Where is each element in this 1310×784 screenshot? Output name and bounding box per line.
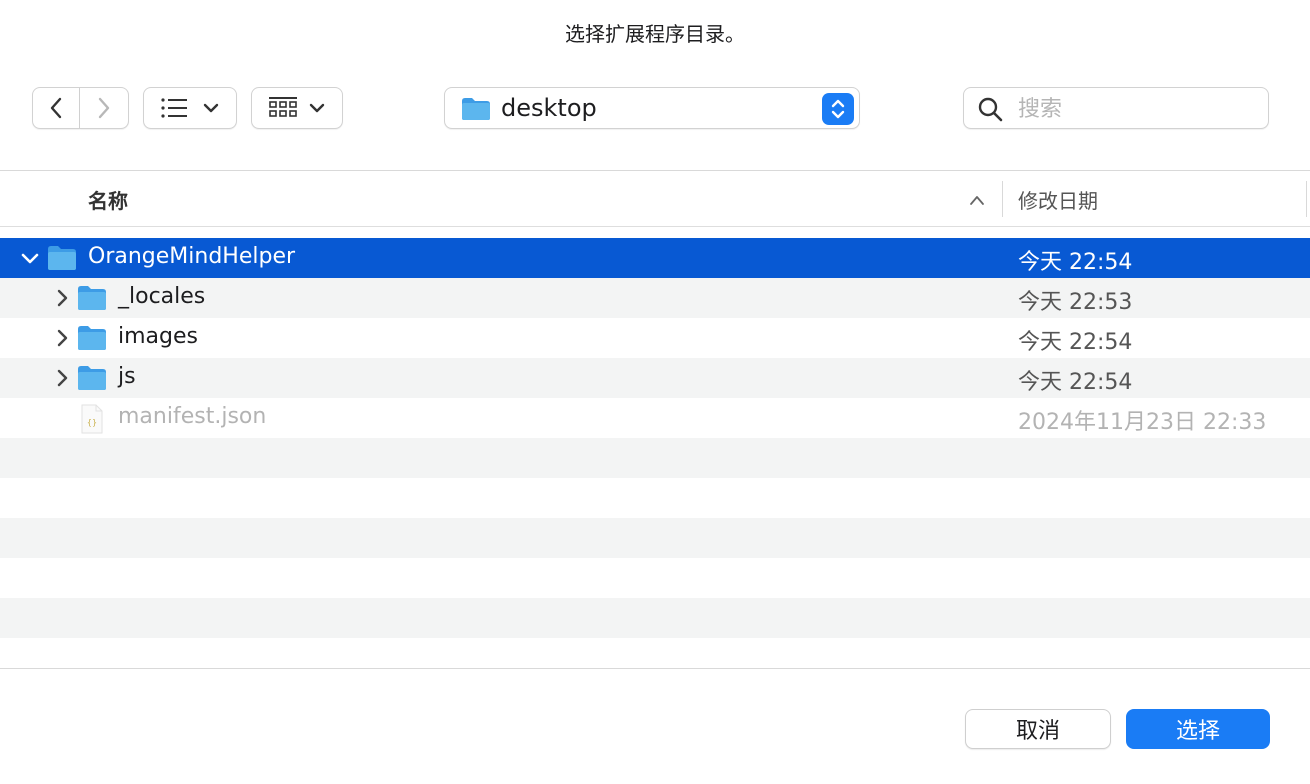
forward-button[interactable] <box>80 87 129 129</box>
nav-button-group <box>32 87 129 129</box>
file-name: manifest.json <box>118 404 267 429</box>
file-date: 今天 22:54 <box>1018 330 1133 355</box>
file-row: {} manifest.json 2024年11月23日 22:33 <box>0 398 1310 438</box>
chevron-down-icon <box>203 103 219 113</box>
divider <box>0 668 1310 669</box>
cancel-button[interactable]: 取消 <box>965 709 1111 749</box>
file-row[interactable]: js 今天 22:54 <box>0 358 1310 398</box>
empty-row <box>0 518 1310 558</box>
back-button[interactable] <box>32 87 80 129</box>
disclosure-collapsed-icon[interactable] <box>52 368 72 392</box>
folder-icon <box>461 97 491 125</box>
column-divider[interactable] <box>1306 181 1307 217</box>
chevron-left-icon <box>50 97 62 119</box>
file-date: 今天 22:54 <box>1018 370 1133 395</box>
file-list: OrangeMindHelper 今天 22:54 _locales 今天 22… <box>0 238 1310 638</box>
dialog-title: 选择扩展程序目录。 <box>565 22 745 46</box>
location-stepper[interactable] <box>822 93 854 125</box>
column-header: 名称 修改日期 <box>0 171 1310 227</box>
up-down-chevron-icon <box>831 99 845 119</box>
grid-view-button[interactable] <box>251 87 343 129</box>
folder-icon <box>47 245 77 275</box>
file-name: OrangeMindHelper <box>88 244 296 269</box>
file-row[interactable]: OrangeMindHelper 今天 22:54 <box>0 238 1310 278</box>
column-divider[interactable] <box>1002 181 1003 217</box>
column-name-header[interactable]: 名称 <box>88 185 128 214</box>
list-icon <box>161 98 187 118</box>
file-date: 今天 22:53 <box>1018 290 1133 315</box>
search-icon <box>977 96 1003 126</box>
search-input[interactable] <box>1016 93 1260 125</box>
file-name: _locales <box>118 284 206 309</box>
choose-button[interactable]: 选择 <box>1126 709 1270 749</box>
file-name: images <box>118 324 198 349</box>
disclosure-expanded-icon[interactable] <box>20 248 40 272</box>
sort-ascending-icon <box>968 191 986 210</box>
column-date-header[interactable]: 修改日期 <box>1018 185 1098 214</box>
file-row[interactable]: images 今天 22:54 <box>0 318 1310 358</box>
folder-icon <box>77 365 107 395</box>
svg-text:{}: {} <box>87 418 97 427</box>
folder-icon <box>77 285 107 315</box>
folder-icon <box>77 325 107 355</box>
json-file-icon: {} <box>80 404 104 438</box>
empty-row <box>0 598 1310 638</box>
chevron-right-icon <box>98 97 110 119</box>
grid-icon <box>269 97 297 117</box>
disclosure-collapsed-icon[interactable] <box>52 288 72 312</box>
file-date: 今天 22:54 <box>1018 250 1133 275</box>
list-view-button[interactable] <box>143 87 237 129</box>
empty-row <box>0 558 1310 598</box>
search-field[interactable] <box>963 87 1269 129</box>
chevron-down-icon <box>309 103 325 113</box>
location-label: desktop <box>501 94 597 122</box>
file-name: js <box>118 364 136 389</box>
empty-row <box>0 478 1310 518</box>
disclosure-collapsed-icon[interactable] <box>52 328 72 352</box>
file-row[interactable]: _locales 今天 22:53 <box>0 278 1310 318</box>
file-date: 2024年11月23日 22:33 <box>1018 410 1267 435</box>
location-popup[interactable]: desktop <box>444 87 860 129</box>
empty-row <box>0 438 1310 478</box>
